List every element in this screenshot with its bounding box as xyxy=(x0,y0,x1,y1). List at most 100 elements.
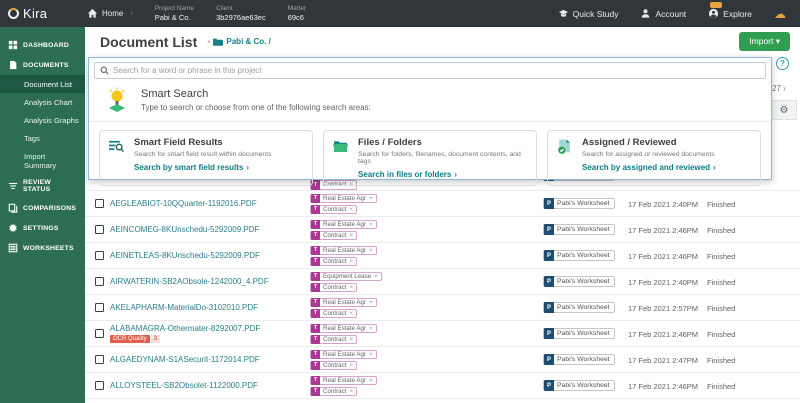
tag-remove-icon[interactable]: × xyxy=(349,232,353,239)
document-name: AKELAPHARM-MaterialDo-3102010.PDF xyxy=(110,303,258,312)
row-checkbox[interactable] xyxy=(95,251,104,260)
row-checkbox[interactable] xyxy=(95,329,104,338)
tag-icon: T xyxy=(311,283,320,293)
tag-chip[interactable]: TReal Estate Agr× xyxy=(310,324,377,334)
document-name-link[interactable]: ALLOYSTEEL-SB2Obsolet-1122000.PDF xyxy=(110,381,258,390)
tag-remove-icon[interactable]: × xyxy=(369,325,373,332)
tag-chip[interactable]: TReal Estate Agr× xyxy=(310,376,377,386)
home-link[interactable]: Home › xyxy=(87,8,133,19)
tag-label: Contract xyxy=(323,232,346,239)
search-input[interactable] xyxy=(113,66,760,75)
tag-remove-icon[interactable]: × xyxy=(349,362,353,369)
document-name-link[interactable]: AEINETLEAS-8KUnschedu-5292009.PDF xyxy=(110,251,260,260)
sidebar-item-analysis-chart[interactable]: Analysis Chart xyxy=(0,93,85,111)
sidebar-item-review-status[interactable]: REVIEW STATUS xyxy=(0,174,85,198)
card-link[interactable]: Search in files or folders› xyxy=(358,170,528,179)
tag-chip[interactable]: TContract× xyxy=(310,231,357,241)
document-name-link[interactable]: AEGLEABIOT-10QQuarter-1192016.PDF xyxy=(110,199,257,208)
tag-chip[interactable]: TReal Estate Agr× xyxy=(310,194,377,204)
smart-search-subtitle: Type to search or choose from one of the… xyxy=(141,103,371,112)
tag-remove-icon[interactable]: × xyxy=(369,195,373,202)
tag-remove-icon[interactable]: × xyxy=(349,336,353,343)
row-checkbox[interactable] xyxy=(95,381,104,390)
status-label: Finished xyxy=(707,330,735,339)
explore-button[interactable]: Explore xyxy=(708,8,752,19)
cloud-sync-icon[interactable]: ☁ xyxy=(774,7,786,21)
search-area-card-assigned-reviewed[interactable]: Assigned / ReviewedSearch for assigned o… xyxy=(547,130,761,186)
worksheet-chip[interactable]: PPabi's Worksheet xyxy=(543,354,615,365)
document-name: ALLOYSTEEL-SB2Obsolet-1122000.PDF xyxy=(110,381,258,390)
tag-chip[interactable]: TContract× xyxy=(310,309,357,319)
tag-remove-icon[interactable]: × xyxy=(369,377,373,384)
search-area-card-smart-field-results[interactable]: Smart Field ResultsSearch for smart fiel… xyxy=(99,130,313,186)
tag-chip[interactable]: TContract× xyxy=(310,335,357,345)
tag-remove-icon[interactable]: × xyxy=(369,351,373,358)
worksheet-chip[interactable]: PPabi's Worksheet xyxy=(543,302,615,313)
card-link[interactable]: Search by smart field results› xyxy=(134,163,272,172)
worksheet-chip[interactable]: PPabi's Worksheet xyxy=(543,380,615,391)
tag-chip[interactable]: TReal Estate Agr× xyxy=(310,298,377,308)
row-checkbox[interactable] xyxy=(95,225,104,234)
tag-icon: T xyxy=(311,376,320,386)
sidebar-item-worksheets[interactable]: WORKSHEETS xyxy=(0,238,85,258)
tag-remove-icon[interactable]: × xyxy=(349,206,353,213)
tag-list: TReal Estate Agr×TContract× xyxy=(310,298,377,319)
sidebar-item-settings[interactable]: SETTINGS xyxy=(0,218,85,238)
tag-remove-icon[interactable]: × xyxy=(349,388,353,395)
kira-logo[interactable]: Kira xyxy=(0,6,85,21)
tag-remove-icon[interactable]: × xyxy=(349,310,353,317)
document-name-link[interactable]: ALGAEDYNAM-S1ASecurit-1172014.PDF xyxy=(110,355,260,364)
row-checkbox[interactable] xyxy=(95,199,104,208)
worksheet-icon: P xyxy=(544,380,554,391)
sidebar-item-document-list[interactable]: Document List xyxy=(0,75,85,93)
tag-label: Equipment Lease xyxy=(323,273,371,280)
worksheet-chip[interactable]: PPabi's Worksheet xyxy=(543,328,615,339)
tag-chip[interactable]: TContract× xyxy=(310,257,357,267)
smart-search-illustration-icon xyxy=(103,86,131,114)
tag-chip[interactable]: TContract× xyxy=(310,283,357,293)
breadcrumb-dot: • xyxy=(207,37,210,47)
tag-chip[interactable]: TReal Estate Agr× xyxy=(310,220,377,230)
tag-chip[interactable]: TContract× xyxy=(310,387,357,397)
tag-remove-icon[interactable]: × xyxy=(349,258,353,265)
worksheet-chip[interactable]: PPabi's Worksheet xyxy=(543,276,615,287)
row-checkbox[interactable] xyxy=(95,277,104,286)
account-button[interactable]: Account xyxy=(640,8,686,19)
document-name-link[interactable]: ALABAMAGRA-Othermater-8292007.PDFOCR Qua… xyxy=(110,324,260,343)
person-icon xyxy=(640,8,651,19)
worksheet-icon: P xyxy=(544,302,554,313)
document-name-link[interactable]: AIRWATERIN-SB2AObsole-1242000_4.PDF xyxy=(110,277,269,286)
sidebar-item-import-summary[interactable]: Import Summary xyxy=(0,147,85,174)
worksheet-chip[interactable]: PPabi's Worksheet xyxy=(543,224,615,235)
row-checkbox[interactable] xyxy=(95,303,104,312)
tag-remove-icon[interactable]: × xyxy=(349,284,353,291)
tag-chip[interactable]: TContract× xyxy=(310,205,357,215)
quick-study-button[interactable]: Quick Study xyxy=(558,8,619,19)
worksheet-chip[interactable]: PPabi's Worksheet xyxy=(543,198,615,209)
tag-remove-icon[interactable]: × xyxy=(369,221,373,228)
row-checkbox[interactable] xyxy=(95,355,104,364)
document-name-link[interactable]: AKELAPHARM-MaterialDo-3102010.PDF xyxy=(110,303,258,312)
sidebar-item-analysis-graphs[interactable]: Analysis Graphs xyxy=(0,111,85,129)
tag-chip[interactable]: TReal Estate Agr× xyxy=(310,246,377,256)
tag-remove-icon[interactable]: × xyxy=(369,299,373,306)
tag-label: Real Estate Agr xyxy=(323,195,366,202)
tag-remove-icon[interactable]: × xyxy=(374,273,378,280)
worksheet-label: Pabi's Worksheet xyxy=(557,200,610,207)
breadcrumb[interactable]: • Pabi & Co. / xyxy=(207,37,271,47)
tag-chip[interactable]: TContract× xyxy=(310,361,357,371)
sidebar-item-documents[interactable]: DOCUMENTS xyxy=(0,55,85,75)
status-label: Finished xyxy=(707,304,735,313)
card-link[interactable]: Search by assigned and reviewed› xyxy=(582,163,716,172)
import-button[interactable]: Import ▾ xyxy=(739,32,790,51)
tag-chip[interactable]: TReal Estate Agr× xyxy=(310,350,377,360)
document-name-link[interactable]: AEINCOMEG-8KUnschedu-5292009.PDF xyxy=(110,225,259,234)
search-area-card-files-folders[interactable]: Files / FoldersSearch for folders, filen… xyxy=(323,130,537,186)
tag-chip[interactable]: TEquipment Lease× xyxy=(310,272,382,282)
sidebar-item-comparisons[interactable]: COMPARISONS xyxy=(0,198,85,218)
worksheet-icon: P xyxy=(544,276,554,287)
sidebar-item-dashboard[interactable]: DASHBOARD xyxy=(0,35,85,55)
worksheet-chip[interactable]: PPabi's Worksheet xyxy=(543,250,615,261)
tag-remove-icon[interactable]: × xyxy=(369,247,373,254)
sidebar-item-tags[interactable]: Tags xyxy=(0,129,85,147)
